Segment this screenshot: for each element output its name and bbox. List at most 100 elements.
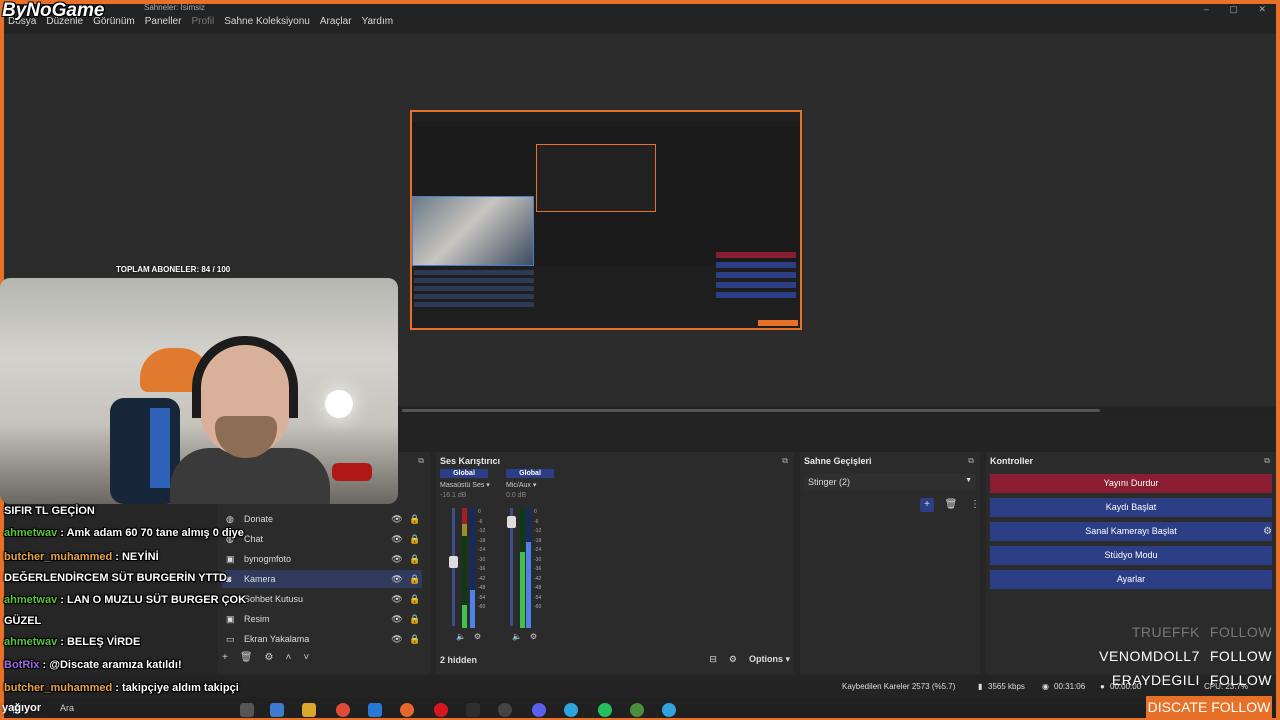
- telegram-alt-icon[interactable]: [662, 703, 676, 717]
- chat-username: butcher_muhammed: [4, 551, 113, 563]
- menu-help[interactable]: Yardım: [362, 16, 394, 27]
- lock-icon[interactable]: 🔒: [408, 554, 422, 565]
- scale-tick: -24: [478, 547, 486, 553]
- eye-icon[interactable]: 👁: [390, 594, 404, 605]
- menu-tools[interactable]: Araçlar: [320, 16, 352, 27]
- firefox-icon[interactable]: [400, 703, 414, 717]
- chat-message: GÜZEL: [4, 614, 304, 629]
- transitions-dock: Sahne Geçişleri ⧉ Stinger (2) ▼ + 🗑 ⋮: [800, 452, 980, 674]
- remove-transition-button[interactable]: 🗑: [944, 498, 958, 512]
- move-down-button[interactable]: ˅: [303, 652, 309, 663]
- scale-tick: -42: [534, 575, 542, 582]
- toy-car-shape: [332, 463, 372, 481]
- opera-icon[interactable]: [434, 703, 448, 717]
- app-icon[interactable]: [466, 703, 480, 717]
- lock-icon[interactable]: 🔒: [408, 534, 422, 545]
- chat-username: BotRix: [4, 659, 40, 671]
- eye-icon[interactable]: 👁: [390, 574, 404, 585]
- follower-name: ERAYDEGILI: [1111, 672, 1200, 688]
- chat-username: ahmetwav: [4, 527, 58, 539]
- settings-button[interactable]: Ayarlar: [990, 570, 1272, 589]
- scale-tick: -24: [534, 547, 542, 553]
- start-virtual-camera-button[interactable]: Sanal Kamerayı Başlat: [990, 522, 1272, 541]
- whatsapp-icon[interactable]: [598, 703, 612, 717]
- studio-mode-button[interactable]: Stüdyo Modu: [990, 546, 1272, 565]
- scale-tick: -60: [534, 604, 542, 610]
- chat-message: SIFIR TL GEÇİON: [4, 504, 304, 519]
- menu-scene-collection[interactable]: Sahne Koleksiyonu: [224, 16, 310, 27]
- dock-float-icon[interactable]: ⧉: [968, 456, 974, 466]
- preview-mini-rows: [414, 270, 534, 310]
- preview-mini-follow: [758, 320, 798, 326]
- lock-icon[interactable]: 🔒: [408, 574, 422, 585]
- scale-tick: -42: [478, 575, 486, 582]
- webcam-overlay: [0, 278, 398, 504]
- preview-canvas[interactable]: [410, 110, 802, 330]
- start-recording-button[interactable]: Kaydı Başlat: [990, 498, 1272, 517]
- eye-icon[interactable]: 👁: [390, 534, 404, 545]
- level-meter: [526, 508, 531, 628]
- layout-icon[interactable]: ⊟: [709, 654, 717, 665]
- scale-tick: -18: [478, 537, 486, 544]
- chat-text: GÜZEL: [4, 615, 42, 627]
- gear-icon[interactable]: ⚙: [530, 632, 537, 641]
- volume-slider[interactable]: [507, 508, 516, 626]
- menu-docks[interactable]: Paneller: [145, 16, 182, 27]
- transition-select[interactable]: Stinger (2) ▼: [804, 474, 976, 491]
- volume-slider[interactable]: [449, 508, 458, 626]
- volume-knob[interactable]: [507, 516, 516, 528]
- menu-profile[interactable]: Profil: [191, 16, 214, 27]
- copilot-icon[interactable]: [270, 703, 284, 717]
- channel-name[interactable]: Masaüstü Ses ▾: [440, 481, 490, 489]
- speaker-icon[interactable]: 🔈: [456, 632, 466, 641]
- folder-icon[interactable]: [302, 703, 316, 717]
- lock-icon[interactable]: 🔒: [408, 634, 422, 645]
- scrollbar-thumb[interactable]: [402, 409, 1100, 412]
- hidden-count[interactable]: 2 hidden: [440, 655, 477, 665]
- dock-float-icon[interactable]: ⧉: [782, 456, 788, 466]
- controls-dock: Kontroller ⧉ Yayını Durdur Kaydı Başlat …: [986, 452, 1276, 674]
- channel-buttons: 🔈 ⚙: [512, 632, 537, 641]
- gear-icon[interactable]: ⚙: [474, 632, 481, 641]
- dock-float-icon[interactable]: ⧉: [1264, 456, 1270, 466]
- chrome-icon[interactable]: [336, 703, 350, 717]
- options-button[interactable]: Options ▾: [749, 654, 790, 665]
- channel-name[interactable]: Mic/Aux ▾: [506, 481, 554, 489]
- scale-tick: -60: [478, 604, 486, 610]
- lock-icon[interactable]: 🔒: [408, 594, 422, 605]
- scale-tick: 0: [478, 509, 481, 515]
- chrome-alt-icon[interactable]: [630, 703, 644, 717]
- lock-icon[interactable]: 🔒: [408, 614, 422, 625]
- options-label: Options: [748, 654, 783, 664]
- follower-name: VENOMDOLL7: [1099, 648, 1200, 664]
- lamp-shape: [325, 390, 353, 418]
- taskbar-search[interactable]: Ara: [60, 703, 74, 713]
- volume-knob[interactable]: [449, 556, 458, 568]
- gear-icon[interactable]: ⚙: [1263, 526, 1272, 537]
- eye-icon[interactable]: 👁: [390, 514, 404, 525]
- scale-tick: 0: [534, 509, 537, 515]
- scale-tick: -30: [534, 556, 542, 563]
- speaker-icon[interactable]: 🔈: [512, 632, 522, 641]
- add-transition-button[interactable]: +: [920, 498, 934, 512]
- eye-icon[interactable]: 👁: [390, 614, 404, 625]
- bitrate: 3565 kbps: [988, 682, 1025, 691]
- mail-icon[interactable]: [368, 703, 382, 717]
- obs-icon[interactable]: [498, 703, 512, 717]
- advanced-settings-icon[interactable]: ⚙: [729, 654, 737, 665]
- follower-name: TRUEFFK: [1131, 624, 1200, 640]
- chat-text: : NEYİNİ: [112, 551, 159, 563]
- preview-scrollbar[interactable]: [402, 408, 1276, 414]
- level-fill: [470, 590, 475, 628]
- telegram-icon[interactable]: [564, 703, 578, 717]
- eye-icon[interactable]: 👁: [390, 634, 404, 645]
- dock-float-icon[interactable]: ⧉: [418, 456, 424, 466]
- dropped-frames: Kaybedilen Kareler 2573 (%5.7): [842, 682, 956, 691]
- task-view-icon[interactable]: [240, 703, 254, 717]
- eye-icon[interactable]: 👁: [390, 554, 404, 565]
- transition-menu-icon[interactable]: ⋮: [968, 498, 982, 512]
- lock-icon[interactable]: 🔒: [408, 514, 422, 525]
- discord-icon[interactable]: [532, 703, 546, 717]
- chevron-down-icon: ▼: [965, 477, 972, 484]
- stop-streaming-button[interactable]: Yayını Durdur: [990, 474, 1272, 493]
